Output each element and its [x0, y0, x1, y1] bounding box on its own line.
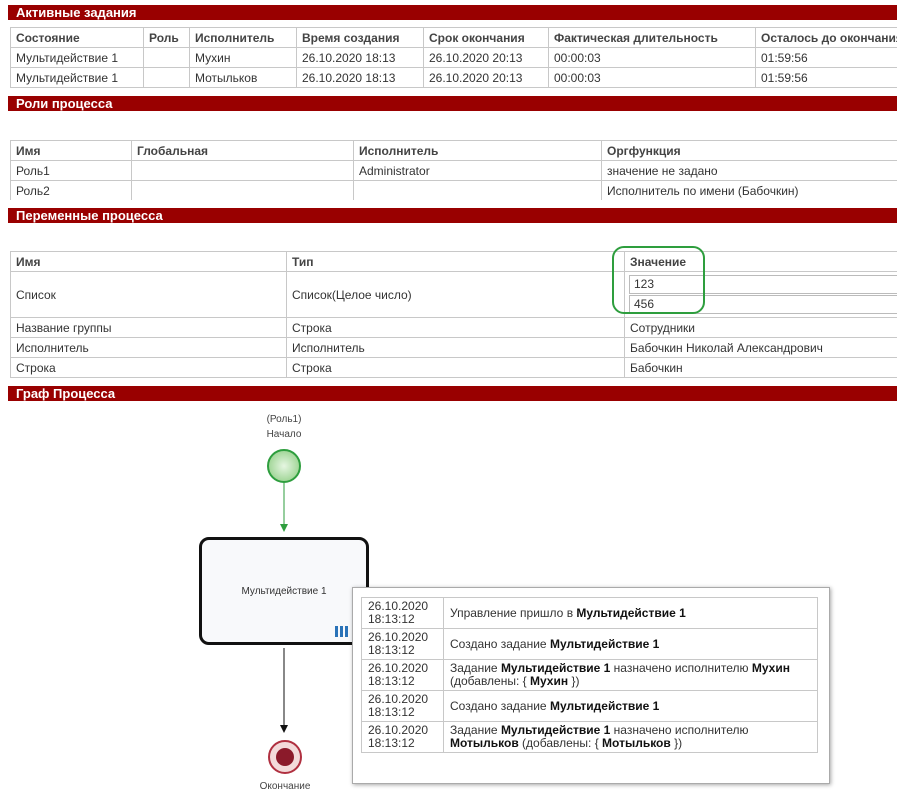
history-emphasis: Мухин	[529, 674, 569, 688]
history-table: 26.10.2020 18:13:12 Управление пришло в Му…	[361, 597, 818, 753]
history-time: 18:13:12	[368, 612, 415, 626]
history-text: Создано задание	[450, 636, 550, 651]
history-timestamp: 26.10.2020 18:13:12	[361, 690, 444, 722]
history-message: Задание Мультидействие 1 назначено испол…	[443, 659, 818, 691]
history-text: Создано задание	[450, 698, 550, 713]
history-text: (добавлены: {	[450, 674, 530, 688]
history-row: 26.10.2020 18:13:12 Создано задание Мульти…	[361, 628, 818, 660]
history-timestamp: 26.10.2020 18:13:12	[361, 597, 444, 629]
history-emphasis: Мультидействие 1	[549, 636, 660, 651]
start-event-icon[interactable]	[267, 449, 301, 483]
history-time: 18:13:12	[368, 705, 415, 719]
task-label: Мультидействие 1	[241, 586, 327, 597]
history-message: Управление пришло в Мультидействие 1	[443, 597, 818, 629]
history-row: 26.10.2020 18:13:12 Управление пришло в Му…	[361, 597, 818, 629]
history-timestamp: 26.10.2020 18:13:12	[361, 721, 444, 753]
history-time: 18:13:12	[368, 736, 415, 750]
multi-instance-icon	[335, 626, 348, 637]
history-text: Задание	[450, 723, 501, 737]
history-timestamp: 26.10.2020 18:13:12	[361, 628, 444, 660]
history-text: Задание	[450, 661, 501, 675]
task-history-popup: 26.10.2020 18:13:12 Управление пришло в Му…	[352, 587, 830, 784]
task-multiaction[interactable]: Мультидействие 1	[199, 537, 369, 645]
history-emphasis: Мультидействие 1	[500, 723, 611, 737]
end-event-core	[276, 748, 294, 766]
history-emphasis: Мультидействие 1	[549, 698, 660, 713]
history-text: назначено исполнителю	[610, 661, 752, 675]
history-emphasis: Мультидействие 1	[576, 605, 686, 620]
history-message: Создано задание Мультидействие 1	[443, 690, 818, 722]
history-emphasis: Мухин	[751, 661, 790, 675]
history-emphasis: Мультидействие 1	[500, 661, 611, 675]
history-row: 26.10.2020 18:13:12 Задание Мультидействие…	[361, 721, 818, 753]
history-time: 18:13:12	[368, 674, 415, 688]
end-label: Окончание	[259, 781, 311, 792]
history-timestamp: 26.10.2020 18:13:12	[361, 659, 444, 691]
history-text: (добавлены: {	[518, 736, 603, 750]
history-text: })	[670, 736, 683, 750]
history-time: 18:13:12	[368, 643, 415, 657]
history-emphasis: Мотыльков	[450, 736, 519, 750]
history-text: })	[568, 674, 580, 688]
history-emphasis: Мотыльков	[602, 736, 671, 750]
history-text: назначено исполнителю	[610, 723, 749, 737]
history-message: Создано задание Мультидействие 1	[443, 628, 818, 660]
history-message: Задание Мультидействие 1 назначено испол…	[443, 721, 818, 753]
history-row: 26.10.2020 18:13:12 Задание Мультидействие…	[361, 659, 818, 691]
history-row: 26.10.2020 18:13:12 Создано задание Мульти…	[361, 690, 818, 722]
history-text: Управление пришло в	[450, 605, 577, 620]
